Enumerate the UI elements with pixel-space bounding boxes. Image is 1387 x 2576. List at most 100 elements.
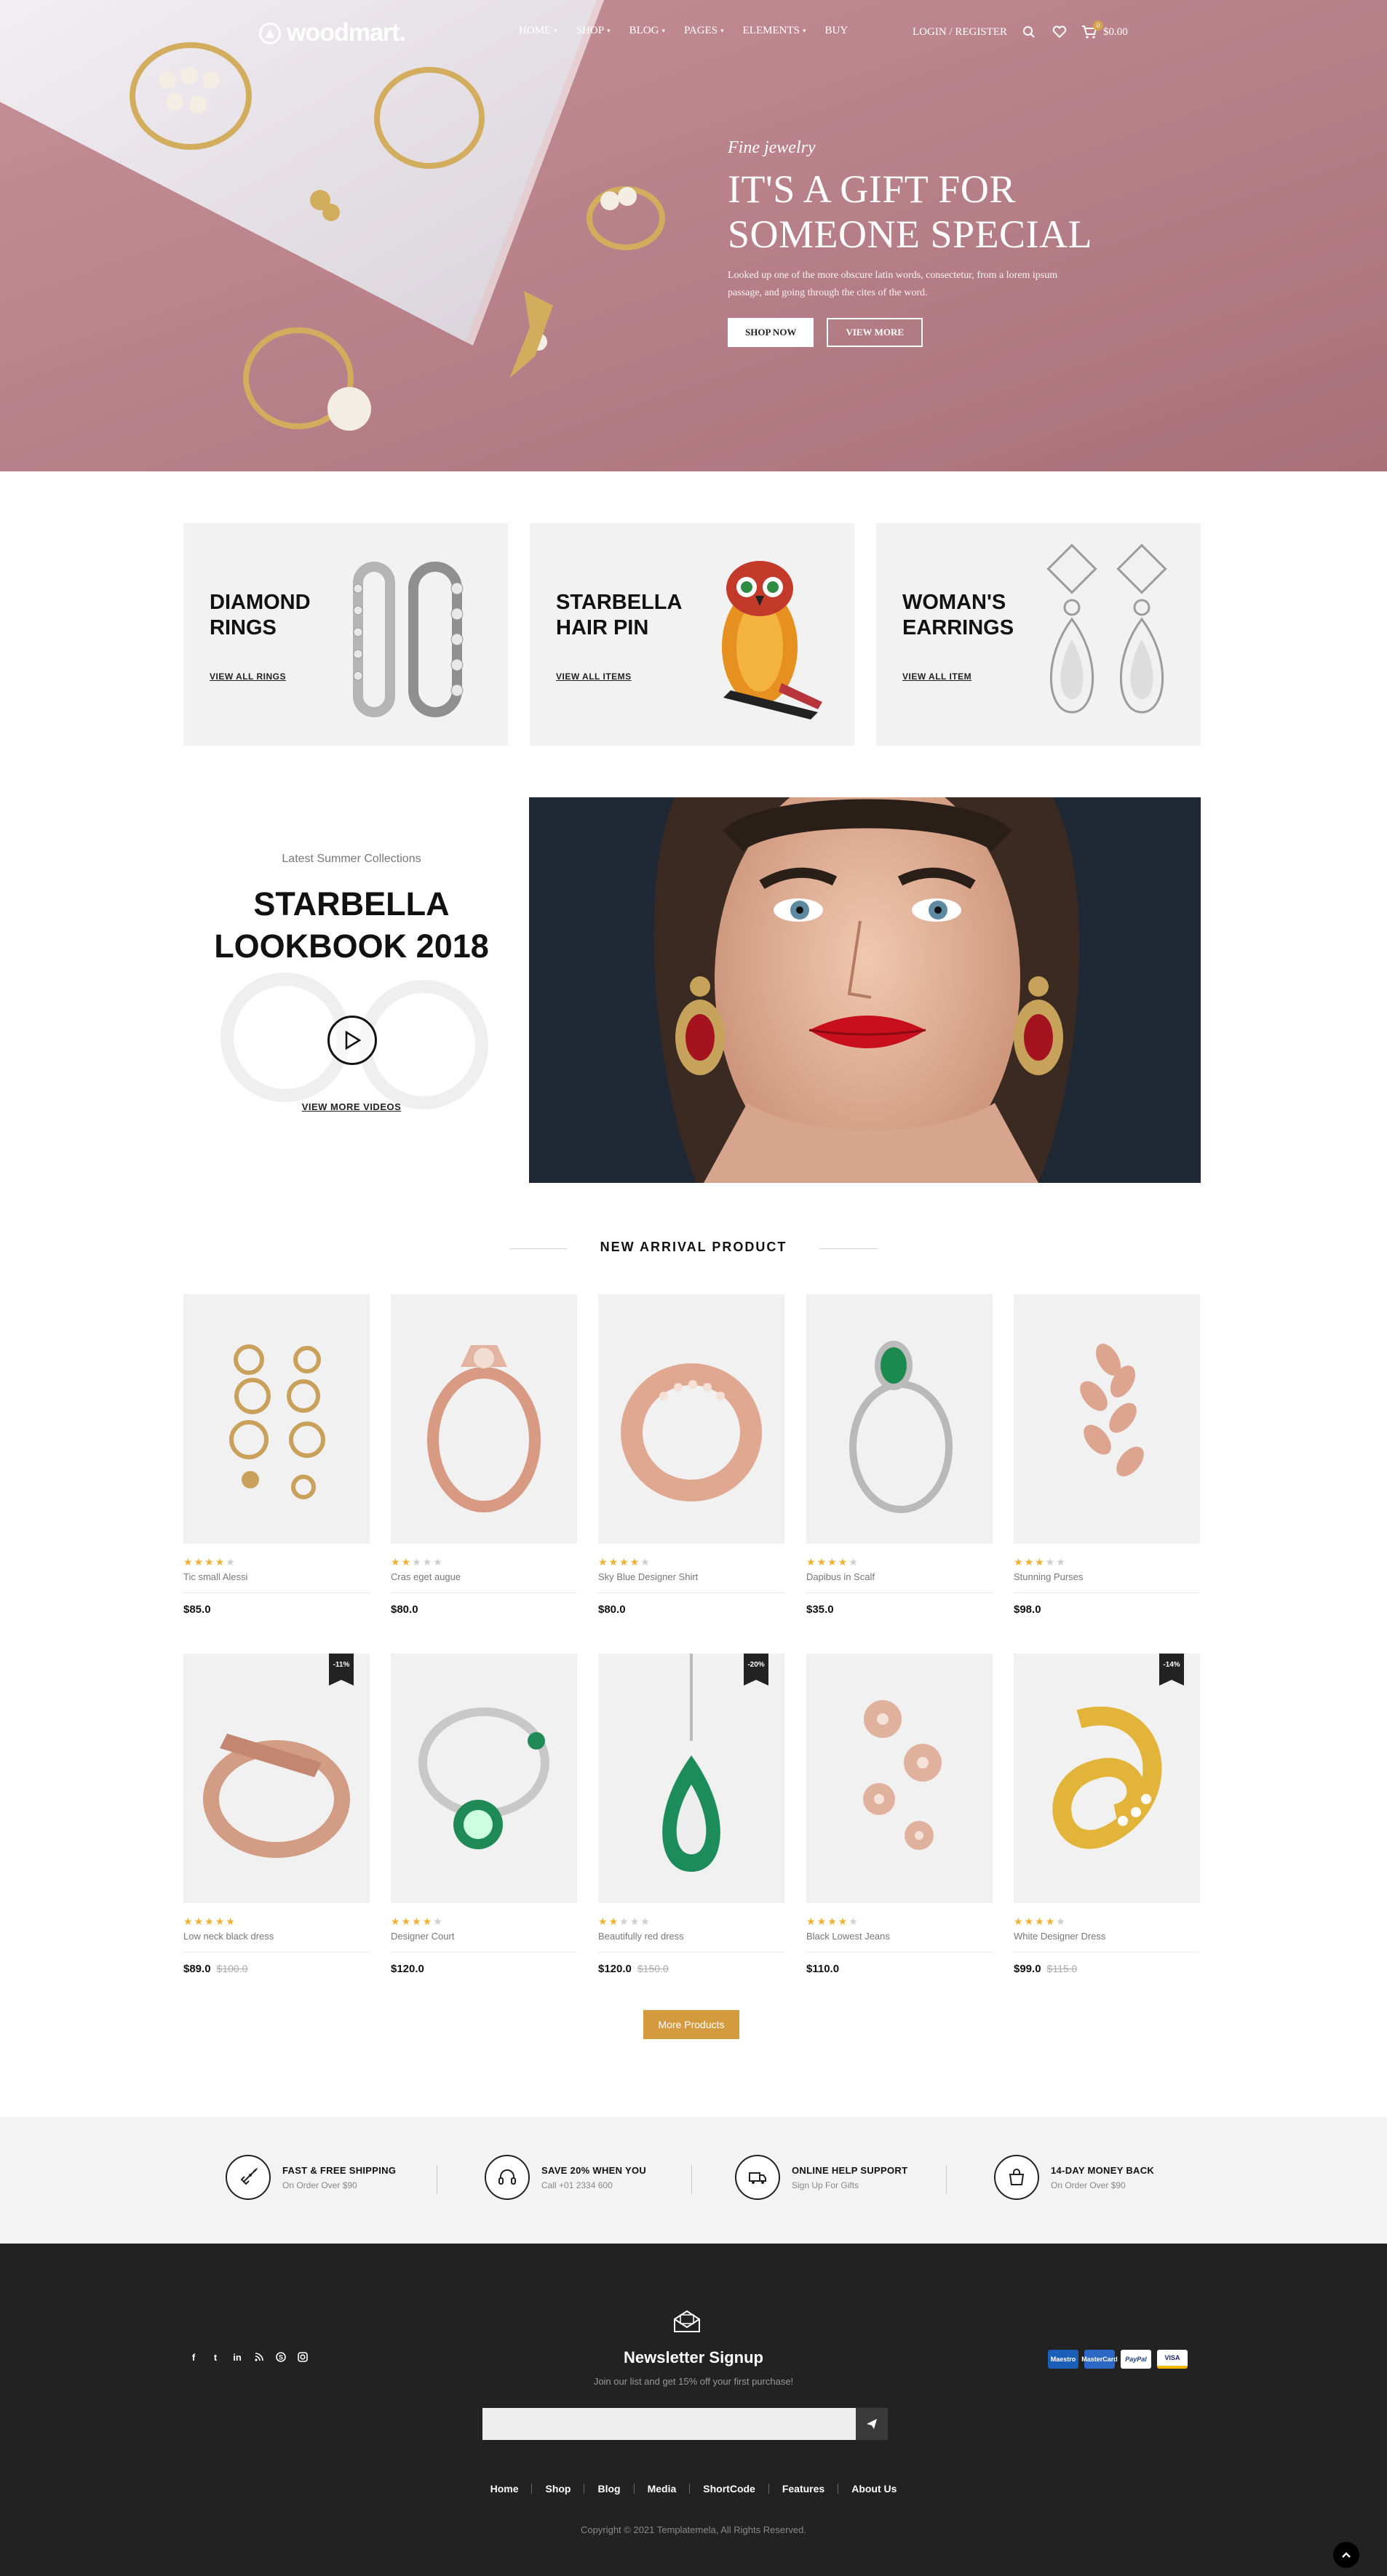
category-banner-rings[interactable]: DIAMOND RINGS VIEW ALL RINGS [183,523,508,746]
cart-button[interactable]: 0 $0.00 [1081,20,1128,39]
hero-description: Looked up one of the more obscure latin … [728,270,1058,298]
logo-mark-icon [259,22,281,44]
back-to-top-button[interactable] [1333,2542,1359,2568]
category-banner-earrings[interactable]: WOMAN'S EARRINGS VIEW ALL ITEM [876,523,1201,746]
product-card[interactable]: ★ ★ ★ ★ ★ Stunning Purses $98.0 [1014,1294,1200,1616]
product-name[interactable]: Tic small Alessi [183,1571,370,1582]
nav-shop[interactable]: SHOP ▾ [576,25,611,37]
product-image[interactable] [806,1654,993,1903]
play-video-button[interactable] [327,1016,377,1065]
product-card[interactable]: ★ ★ ★ ★ ★ Sky Blue Designer Shirt $80.0 [598,1294,784,1616]
feature-title: SAVE 20% WHEN YOU [541,2164,647,2176]
product-image[interactable] [598,1294,784,1544]
nav-buy[interactable]: BUY [825,25,849,37]
product-card[interactable]: ★ ★ ★ ★ ★ Designer Court $120.0 [391,1654,577,1975]
footer-link-shop[interactable]: Shop [532,2484,585,2494]
star-icon: ★ [391,1556,400,1568]
envelope-icon [674,2310,700,2332]
footer-link-about-us[interactable]: About Us [838,2484,910,2494]
rating-stars: ★ ★ ★ ★ ★ [598,1557,784,1567]
footer-link-home[interactable]: Home [477,2484,533,2494]
diamond-rings-image [353,562,464,717]
product-image[interactable] [1014,1294,1200,1544]
product-name[interactable]: Black Lowest Jeans [806,1931,993,1942]
star-icon: ★ [1024,1915,1034,1927]
category-banner-hair-pin[interactable]: STARBELLA HAIR PIN VIEW ALL ITEMS [530,523,854,746]
product-card[interactable]: -20% ★ ★ ★ ★ ★ Beautifully red dress $120.0 $… [598,1654,784,1975]
hero-content: Fine jewelry IT'S A GIFT FOR SOMEONE SPE… [728,138,1106,347]
product-card[interactable]: -11% ★ ★ ★ ★ ★ Low neck black dress $89.0 $10… [183,1654,370,1975]
product-name[interactable]: Designer Court [391,1931,577,1942]
feature-subtitle: Sign Up For Gifts [792,2180,859,2190]
feature-text: ONLINE HELP SUPPORT Sign Up For Gifts [792,2165,907,2190]
newsletter-email-input[interactable] [482,2408,856,2440]
heart-icon[interactable] [1051,23,1068,41]
newsletter-submit-button[interactable] [856,2408,888,2440]
product-image[interactable] [391,1294,577,1544]
product-name[interactable]: Low neck black dress [183,1931,370,1942]
product-card[interactable]: ★ ★ ★ ★ ★ Dapibus in Scalf $35.0 [806,1294,993,1616]
feature-title: FAST & FREE SHIPPING [282,2164,397,2176]
product-image[interactable] [183,1294,370,1544]
view-more-button[interactable]: VIEW MORE [827,318,923,347]
star-icon: ★ [1035,1915,1044,1927]
footer-link-blog[interactable]: Blog [584,2484,635,2494]
product-name[interactable]: Cras eget augue [391,1571,577,1582]
product-name[interactable]: Beautifully red dress [598,1931,784,1942]
product-image[interactable]: -20% [598,1654,784,1903]
nav-elements[interactable]: ELEMENTS ▾ [743,25,806,37]
product-photo [1080,1344,1144,1477]
product-image[interactable]: -14% [1014,1654,1200,1903]
product-price-row: $35.0 [806,1603,993,1616]
product-photo [863,1700,942,1850]
product-price-row: $99.0 $115.0 [1014,1963,1200,1975]
star-icon: ★ [816,1915,827,1927]
product-name[interactable]: Dapibus in Scalf [806,1571,993,1582]
feature-divider [691,2165,692,2194]
category-link[interactable]: VIEW ALL ITEMS [556,671,632,682]
product-image[interactable]: -11% [183,1654,370,1903]
product-image[interactable] [391,1654,577,1903]
visa-card-icon: VISA [1157,2350,1188,2369]
product-divider [391,1952,577,1953]
feature-shipping: FAST & FREE SHIPPING On Order Over $90 [226,2155,396,2200]
rating-stars: ★ ★ ★ ★ ★ [183,1916,370,1926]
nav-pages[interactable]: PAGES ▾ [684,25,724,37]
rating-stars: ★ ★ ★ ★ ★ [1014,1557,1200,1567]
search-icon[interactable] [1020,23,1038,41]
feature-subtitle: On Order Over $90 [1051,2180,1126,2190]
rating-stars: ★ ★ ★ ★ ★ [806,1916,993,1926]
login-register-link[interactable]: LOGIN / REGISTER [913,26,1007,39]
category-link[interactable]: VIEW ALL ITEM [902,671,971,682]
nav-home[interactable]: HOME ▾ [519,25,557,37]
product-card[interactable]: ★ ★ ★ ★ ★ Black Lowest Jeans $110.0 [806,1654,993,1975]
star-icon: ★ [629,1915,640,1927]
star-icon: ★ [183,1915,193,1927]
product-name[interactable]: White Designer Dress [1014,1931,1200,1942]
product-name[interactable]: Sky Blue Designer Shirt [598,1571,784,1582]
product-divider [806,1952,993,1953]
product-price: $35.0 [806,1603,834,1616]
footer-link-shortcode[interactable]: ShortCode [690,2484,769,2494]
nav-blog[interactable]: BLOG ▾ [629,25,665,37]
footer-link-features[interactable]: Features [769,2484,839,2494]
view-more-videos-link[interactable]: VIEW MORE VIDEOS [183,1101,520,1112]
product-name[interactable]: Stunning Purses [1014,1571,1200,1582]
star-icon: ★ [422,1915,432,1927]
footer-link-media[interactable]: Media [635,2484,691,2494]
shop-now-button[interactable]: SHOP NOW [728,318,814,347]
star-icon: ★ [849,1556,858,1568]
product-card[interactable]: -14% ★ ★ ★ ★ ★ White Designer Dress $99.0 $11… [1014,1654,1200,1975]
product-photo [418,1707,549,1849]
title-divider-right [819,1248,878,1249]
logo-text: woodmart. [287,19,406,47]
product-card[interactable]: ★ ★ ★ ★ ★ Cras eget augue $80.0 [391,1294,577,1616]
more-products-button[interactable]: More Products [643,2010,739,2039]
product-card[interactable]: ★ ★ ★ ★ ★ Tic small Alessi $85.0 [183,1294,370,1616]
product-photo [849,1341,953,1513]
star-icon: ★ [226,1915,235,1927]
category-link[interactable]: VIEW ALL RINGS [210,671,286,682]
category-title: WOMAN'S EARRINGS [902,591,1014,639]
product-image[interactable] [806,1294,993,1544]
site-logo[interactable]: woodmart. [259,19,406,47]
